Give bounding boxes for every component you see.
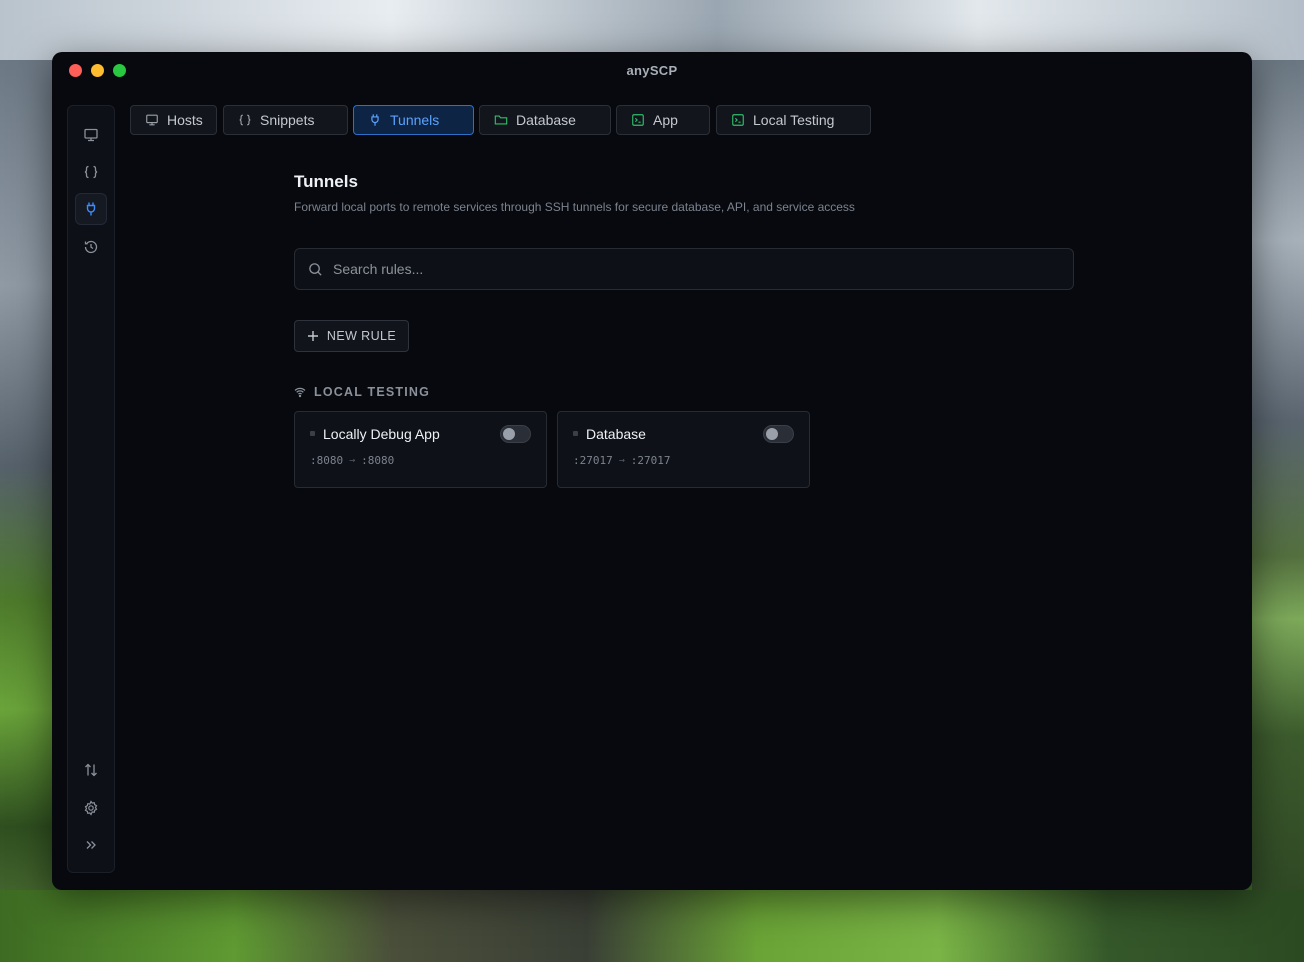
wallpaper-left: [0, 60, 52, 962]
folder-icon: [494, 115, 508, 125]
tab-label: Local Testing: [753, 112, 835, 128]
page-subtitle: Forward local ports to remote services t…: [294, 200, 855, 214]
tab-label: Snippets: [260, 112, 315, 128]
rule-name: Database: [586, 426, 646, 442]
wallpaper-mountains: [0, 0, 1304, 60]
tunnels-panel: Tunnels Forward local ports to remote se…: [294, 172, 1074, 488]
window-title: anySCP: [626, 63, 678, 78]
section-label: LOCAL TESTING: [314, 385, 431, 399]
remote-port: :8080: [361, 454, 395, 467]
wifi-icon: [294, 387, 306, 398]
status-dot: [310, 431, 315, 436]
arrow-right-icon: →: [349, 455, 356, 466]
rule-name: Locally Debug App: [323, 426, 440, 442]
tab-hosts[interactable]: Hosts: [130, 105, 217, 135]
monitor-icon: [84, 128, 98, 142]
arrow-right-icon: →: [618, 455, 625, 466]
wallpaper-right: [1252, 60, 1304, 962]
sidebar-item-settings[interactable]: [75, 792, 107, 824]
sidebar-item-snippets[interactable]: [75, 156, 107, 188]
plus-icon: [307, 331, 318, 341]
sidebar: [67, 105, 115, 873]
tab-app[interactable]: App: [616, 105, 710, 135]
history-icon: [84, 240, 98, 254]
local-port: :8080: [310, 454, 344, 467]
section-header-local-testing: LOCAL TESTING: [294, 384, 430, 400]
rule-enable-toggle[interactable]: [763, 425, 794, 443]
sidebar-item-history[interactable]: [75, 231, 107, 263]
sidebar-item-hosts[interactable]: [75, 119, 107, 151]
tab-snippets[interactable]: Snippets: [223, 105, 348, 135]
tunnel-rule-card[interactable]: Locally Debug App :8080 → :8080: [294, 411, 547, 488]
sidebar-item-transfers[interactable]: [75, 754, 107, 786]
status-dot: [573, 431, 578, 436]
rule-ports: :27017 → :27017: [573, 454, 671, 467]
gear-icon: [84, 800, 98, 816]
new-rule-label: NEW RULE: [326, 329, 397, 343]
wallpaper-bottom: [0, 890, 1304, 962]
plug-icon: [86, 202, 96, 216]
tab-local-testing[interactable]: Local Testing: [716, 105, 871, 135]
sidebar-item-tunnels[interactable]: [75, 193, 107, 225]
remote-port: :27017: [630, 454, 671, 467]
tab-label: Database: [516, 112, 576, 128]
app-window: anySCP Hosts Snippets Tunnels Database A…: [52, 52, 1252, 890]
page-title: Tunnels: [294, 172, 358, 191]
local-port: :27017: [573, 454, 613, 467]
toggle-knob: [766, 428, 778, 440]
plug-icon: [371, 114, 379, 126]
toggle-knob: [503, 428, 515, 440]
rule-enable-toggle[interactable]: [500, 425, 531, 443]
title-bar: anySCP: [52, 52, 1252, 90]
braces-icon: [84, 165, 98, 179]
sidebar-item-expand[interactable]: [75, 829, 107, 861]
chevrons-right-icon: [86, 841, 96, 849]
tab-label: App: [653, 112, 678, 128]
tab-tunnels[interactable]: Tunnels: [353, 105, 474, 135]
transfer-arrows-icon: [85, 763, 97, 777]
search-input[interactable]: [333, 261, 1033, 277]
tab-database[interactable]: Database: [479, 105, 611, 135]
new-rule-button[interactable]: NEW RULE: [294, 320, 409, 352]
tab-label: Hosts: [167, 112, 203, 128]
braces-icon: [239, 114, 251, 126]
tab-label: Tunnels: [390, 112, 440, 128]
monitor-icon: [146, 114, 158, 126]
terminal-icon: [632, 114, 644, 126]
search-icon: [309, 262, 322, 276]
search-bar: [294, 248, 1074, 290]
tunnel-rule-card[interactable]: Database :27017 → :27017: [557, 411, 810, 488]
rule-ports: :8080 → :8080: [310, 454, 394, 467]
terminal-icon: [732, 114, 744, 126]
